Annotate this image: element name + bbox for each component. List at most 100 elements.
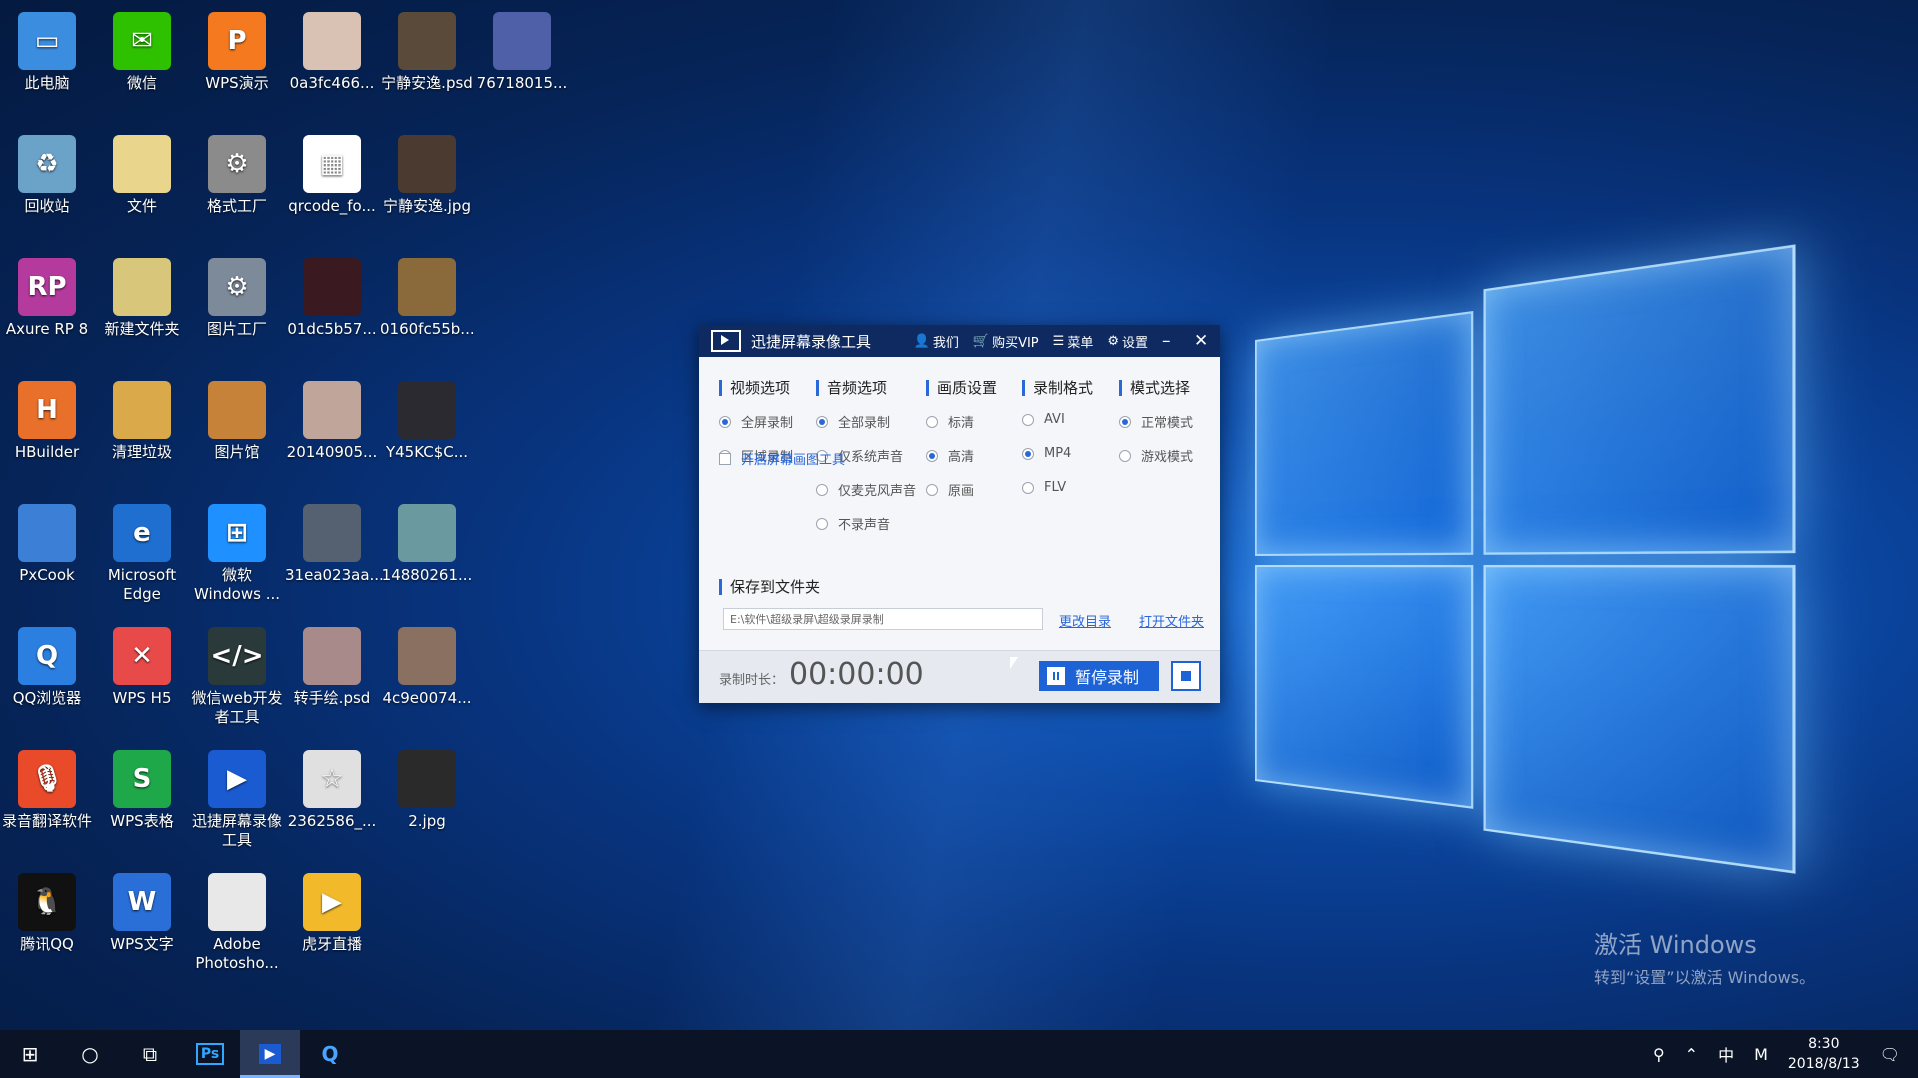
chevron-up-icon[interactable]: ⌃ bbox=[1685, 1045, 1698, 1064]
desktop-icon[interactable]: 图片馆 bbox=[190, 381, 284, 462]
radio-button[interactable] bbox=[1022, 413, 1034, 426]
desktop-icon[interactable]: ▦ qrcode_fo... bbox=[285, 135, 379, 216]
desktop-icon[interactable]: ✉ 微信 bbox=[95, 12, 189, 93]
taskbar-screen-recorder[interactable]: ▶ bbox=[240, 1030, 300, 1078]
start-button[interactable]: ⊞ bbox=[0, 1030, 60, 1078]
desktop-icon[interactable]: </> 微信web开发者工具 bbox=[190, 627, 284, 727]
open-folder-link[interactable]: 打开文件夹 bbox=[1139, 611, 1204, 630]
change-dir-link[interactable]: 更改目录 bbox=[1059, 611, 1111, 630]
search-button[interactable]: ○ bbox=[60, 1030, 120, 1078]
desktop-icon[interactable]: e Microsoft Edge bbox=[95, 504, 189, 604]
video-option[interactable]: 全屏录制 bbox=[719, 412, 793, 431]
radio-button[interactable] bbox=[816, 415, 828, 428]
stop-record-button[interactable] bbox=[1171, 661, 1201, 691]
radio-button[interactable] bbox=[816, 517, 828, 530]
audio-option[interactable]: 不录声音 bbox=[816, 514, 890, 533]
desktop-icon[interactable]: 0160fc55b... bbox=[380, 258, 475, 339]
ime-indicator[interactable]: 中 bbox=[1718, 1042, 1734, 1066]
psd-file-icon bbox=[303, 627, 361, 685]
desktop-icon[interactable]: ✕ WPS H5 bbox=[95, 627, 189, 708]
task-view-button[interactable]: ⧉ bbox=[120, 1030, 180, 1078]
mode-option[interactable]: 正常模式 bbox=[1119, 412, 1193, 431]
desktop-icon-label: 76718015... bbox=[476, 74, 568, 92]
desktop-icon-label: 0a3fc466... bbox=[289, 74, 375, 92]
radio-button[interactable] bbox=[926, 483, 938, 496]
desktop-icon[interactable]: 2.jpg bbox=[380, 750, 474, 831]
clock[interactable]: 8:30 2018/8/13 bbox=[1788, 1034, 1860, 1074]
desktop-icon[interactable]: 01dc5b57... bbox=[285, 258, 379, 339]
desktop-icon[interactable]: 14880261... bbox=[380, 504, 474, 585]
desktop-icon[interactable]: 4c9e0074... bbox=[380, 627, 474, 708]
menu-button[interactable]: ☰ 菜单 bbox=[1053, 332, 1094, 351]
audio-option[interactable]: 仅麦克风声音 bbox=[816, 480, 916, 499]
radio-button[interactable] bbox=[926, 415, 938, 428]
desktop-icon[interactable]: P WPS演示 bbox=[190, 12, 284, 93]
desktop-icon[interactable]: ⚙ 格式工厂 bbox=[190, 135, 284, 216]
desktop-icon[interactable]: ⚙ 图片工厂 bbox=[190, 258, 284, 339]
desktop-icon[interactable]: 转手绘.psd bbox=[285, 627, 379, 708]
pause-record-button[interactable]: 暂停录制 bbox=[1039, 661, 1159, 691]
desktop-icon[interactable]: ⊞ 微软 Windows ... bbox=[190, 504, 284, 604]
format-option[interactable]: AVI bbox=[1022, 412, 1065, 427]
save-path-input[interactable] bbox=[723, 608, 1043, 630]
audio-option[interactable]: 全部录制 bbox=[816, 412, 890, 431]
image-file-icon bbox=[303, 12, 361, 70]
desktop-icon[interactable]: RP Axure RP 8 bbox=[0, 258, 94, 339]
radio-button[interactable] bbox=[816, 483, 828, 496]
settings-button[interactable]: ⚙ 设置 bbox=[1107, 332, 1148, 351]
desktop-icon[interactable]: W WPS文字 bbox=[95, 873, 189, 954]
desktop-icon[interactable]: ☆ 2362586_... bbox=[285, 750, 379, 831]
desktop-icon[interactable]: ▶ 迅捷屏幕录像工具 bbox=[190, 750, 284, 850]
desktop-icon[interactable]: ▶ 虎牙直播 bbox=[285, 873, 379, 954]
desktop-icon[interactable]: 31ea023aa... bbox=[285, 504, 384, 585]
desktop-icon[interactable]: 0a3fc466... bbox=[285, 12, 379, 93]
radio-button[interactable] bbox=[1119, 415, 1131, 428]
desktop-icon[interactable]: Y45KC$C... bbox=[380, 381, 474, 462]
desktop-icon[interactable]: 76718015... bbox=[475, 12, 569, 93]
people-icon[interactable]: ⚲ bbox=[1653, 1045, 1665, 1064]
taskbar-qq-browser[interactable]: Q bbox=[300, 1030, 360, 1078]
radio-button[interactable] bbox=[1022, 481, 1034, 494]
desktop-icon[interactable]: 🎙 录音翻译软件 bbox=[0, 750, 94, 831]
desktop-icon[interactable]: 宁静安逸.psd bbox=[380, 12, 474, 93]
quality-option[interactable]: 标清 bbox=[926, 412, 974, 431]
cleanup-icon bbox=[113, 381, 171, 439]
radio-button[interactable] bbox=[719, 415, 731, 428]
screen-draw-tool-toggle[interactable]: 开启屏幕画图工具 bbox=[719, 449, 845, 468]
desktop-icon[interactable]: ♻ 回收站 bbox=[0, 135, 94, 216]
desktop-icon[interactable]: 新建文件夹 bbox=[95, 258, 189, 339]
desktop-icon[interactable]: 文件 bbox=[95, 135, 189, 216]
desktop-icon[interactable]: PxCook bbox=[0, 504, 94, 585]
video-options-head: 视频选项 bbox=[719, 380, 790, 396]
desktop-icon[interactable]: Q QQ浏览器 bbox=[0, 627, 94, 708]
buy-vip-button[interactable]: 🛒 购买VIP bbox=[973, 332, 1039, 351]
format-option[interactable]: FLV bbox=[1022, 480, 1066, 495]
format-option[interactable]: MP4 bbox=[1022, 446, 1071, 461]
radio-button[interactable] bbox=[1119, 449, 1131, 462]
desktop-icon[interactable]: 🐧 腾讯QQ bbox=[0, 873, 94, 954]
close-button[interactable]: ✕ bbox=[1194, 331, 1212, 351]
desktop-icon[interactable]: Adobe Photosho... bbox=[190, 873, 284, 973]
ime-mode-indicator[interactable]: M bbox=[1754, 1045, 1768, 1064]
title-bar[interactable]: 迅捷屏幕录像工具 👤 我们 🛒 购买VIP ☰ 菜单 ⚙ 设置 – ✕ bbox=[699, 325, 1220, 357]
radio-button[interactable] bbox=[926, 449, 938, 462]
mode-option[interactable]: 游戏模式 bbox=[1119, 446, 1193, 465]
option-label: 游戏模式 bbox=[1141, 450, 1194, 465]
taskbar-photoshop[interactable]: Ps bbox=[180, 1030, 240, 1078]
desktop-icon[interactable]: S WPS表格 bbox=[95, 750, 189, 831]
desktop-icon-label: 01dc5b57... bbox=[287, 320, 377, 338]
checkbox[interactable] bbox=[719, 452, 731, 465]
radio-button[interactable] bbox=[1022, 447, 1034, 460]
desktop-icon[interactable]: 宁静安逸.jpg bbox=[380, 135, 474, 216]
windows-icon: ⊞ bbox=[208, 504, 266, 562]
minimize-button[interactable]: – bbox=[1162, 331, 1180, 351]
notification-icon[interactable]: 🗨 bbox=[1880, 1045, 1900, 1064]
desktop-icon-label: 格式工厂 bbox=[206, 197, 267, 215]
desktop-icon[interactable]: H HBuilder bbox=[0, 381, 94, 462]
desktop-icon[interactable]: 20140905... bbox=[285, 381, 379, 462]
about-button[interactable]: 👤 我们 bbox=[914, 332, 959, 351]
desktop-icon[interactable]: ▭ 此电脑 bbox=[0, 12, 94, 93]
desktop-icon[interactable]: 清理垃圾 bbox=[95, 381, 189, 462]
quality-option[interactable]: 高清 bbox=[926, 446, 974, 465]
quality-option[interactable]: 原画 bbox=[926, 480, 974, 499]
